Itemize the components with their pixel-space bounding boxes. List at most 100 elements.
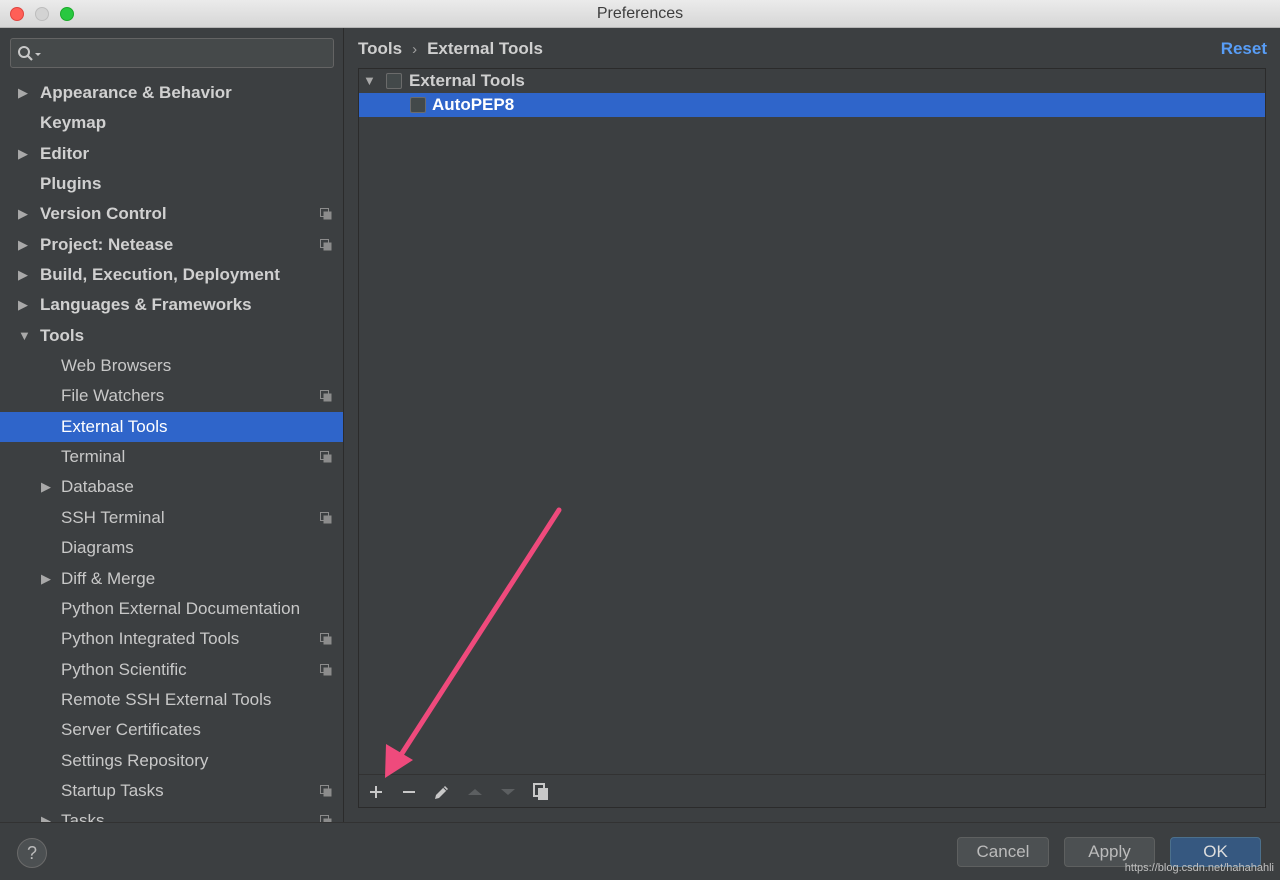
- sidebar-item-tools[interactable]: ▼ Tools: [0, 321, 343, 351]
- external-tools-panel: ▼ External Tools AutoPEP8: [358, 68, 1266, 808]
- sidebar-item-label: Settings Repository: [61, 750, 209, 770]
- tools-toolbar: [359, 774, 1265, 807]
- sidebar-item-label: SSH Terminal: [61, 507, 165, 527]
- sidebar-item-label: Version Control: [40, 204, 167, 224]
- sidebar-item-file-watchers[interactable]: File Watchers: [0, 381, 343, 411]
- sidebar-item-label: External Tools: [61, 416, 168, 436]
- sidebar-item-label: Python External Documentation: [61, 598, 301, 618]
- project-level-icon: [320, 238, 332, 251]
- sidebar-item-remote-ssh-external-tools[interactable]: Remote SSH External Tools: [0, 685, 343, 715]
- group-checkbox[interactable]: [386, 73, 402, 89]
- copy-icon[interactable]: [530, 781, 552, 803]
- settings-tree: ▶ Appearance & Behavior Keymap ▶ Editor Plugi…: [0, 78, 343, 822]
- expand-arrow-icon[interactable]: ▶: [18, 199, 28, 229]
- sidebar-item-label: Web Browsers: [61, 356, 172, 376]
- sidebar-item-label: Plugins: [40, 174, 102, 194]
- help-button[interactable]: ?: [17, 838, 47, 868]
- tool-label: AutoPEP8: [432, 95, 515, 114]
- sidebar-item-label: Remote SSH External Tools: [61, 689, 272, 709]
- sidebar-item-plugins[interactable]: Plugins: [0, 169, 343, 199]
- sidebar-item-label: Tools: [40, 325, 85, 345]
- search-icon: [18, 46, 41, 61]
- breadcrumb: Tools › External Tools: [358, 39, 543, 59]
- search-input[interactable]: [10, 38, 334, 68]
- external-tools-tree: ▼ External Tools AutoPEP8: [359, 69, 1265, 774]
- tool-checkbox[interactable]: [410, 97, 426, 113]
- tool-group-label: External Tools: [409, 71, 525, 90]
- watermark: https://blog.csdn.net/hahahahli: [1124, 862, 1274, 874]
- sidebar-item-database[interactable]: ▶ Database: [0, 472, 343, 502]
- expand-arrow-icon[interactable]: ▶: [41, 564, 51, 594]
- sidebar-item-version-control[interactable]: ▶ Version Control: [0, 199, 343, 229]
- sidebar-item-label: Terminal: [61, 447, 126, 467]
- sidebar-item-diagrams[interactable]: Diagrams: [0, 533, 343, 563]
- sidebar-item-server-certificates[interactable]: Server Certificates: [0, 715, 343, 745]
- sidebar-item-external-tools[interactable]: External Tools: [0, 411, 343, 443]
- expand-arrow-icon[interactable]: ▶: [18, 290, 28, 320]
- sidebar-item-label: Languages & Frameworks: [40, 295, 252, 315]
- sidebar-item-label: Diff & Merge: [61, 568, 156, 588]
- sidebar-item-languages-frameworks[interactable]: ▶ Languages & Frameworks: [0, 290, 343, 320]
- title-bar: Preferences: [0, 0, 1280, 28]
- expand-arrow-icon[interactable]: ▶: [41, 472, 51, 502]
- expand-arrow-icon[interactable]: ▶: [18, 78, 28, 108]
- sidebar-item-python-external-documentation[interactable]: Python External Documentation: [0, 594, 343, 624]
- sidebar-item-tasks[interactable]: ▶ Tasks: [0, 806, 343, 822]
- sidebar-item-ssh-terminal[interactable]: SSH Terminal: [0, 503, 343, 533]
- sidebar-item-label: Tasks: [61, 811, 105, 822]
- project-level-icon: [320, 815, 332, 822]
- sidebar-item-label: Editor: [40, 143, 90, 163]
- sidebar-item-label: Python Scientific: [61, 659, 187, 679]
- dialog-footer: ? Cancel Apply OK https://blog.csdn.net/…: [0, 822, 1280, 880]
- sidebar-item-label: Server Certificates: [61, 720, 201, 740]
- settings-sidebar: ▶ Appearance & Behavior Keymap ▶ Editor Plugi…: [0, 28, 344, 822]
- arrow-down-icon[interactable]: [497, 781, 519, 803]
- expand-arrow-icon[interactable]: ▶: [18, 230, 28, 260]
- cancel-button[interactable]: Cancel: [957, 837, 1049, 867]
- sidebar-item-appearance-behavior[interactable]: ▶ Appearance & Behavior: [0, 78, 343, 108]
- project-level-icon: [320, 208, 332, 220]
- sidebar-item-label: Diagrams: [61, 538, 134, 558]
- sidebar-item-settings-repository[interactable]: Settings Repository: [0, 746, 343, 776]
- project-level-icon: [320, 784, 332, 797]
- project-level-icon: [320, 663, 332, 676]
- minus-icon[interactable]: [398, 781, 420, 803]
- breadcrumb-current: External Tools: [427, 39, 543, 58]
- sidebar-item-keymap[interactable]: Keymap: [0, 108, 343, 138]
- settings-content: Tools › External Tools Reset ▼ External To…: [344, 28, 1280, 822]
- expand-arrow-icon[interactable]: ▶: [18, 260, 28, 290]
- sidebar-item-build-execution-deployment[interactable]: ▶ Build, Execution, Deployment: [0, 260, 343, 290]
- arrow-up-icon[interactable]: [464, 781, 486, 803]
- reset-link[interactable]: Reset: [1221, 39, 1267, 59]
- sidebar-item-python-scientific[interactable]: Python Scientific: [0, 655, 343, 685]
- breadcrumb-separator: ›: [412, 41, 418, 58]
- sidebar-item-label: Build, Execution, Deployment: [40, 265, 280, 285]
- sidebar-item-web-browsers[interactable]: Web Browsers: [0, 351, 343, 381]
- sidebar-item-label: Keymap: [40, 113, 107, 133]
- collapse-arrow-icon[interactable]: ▼: [18, 321, 31, 351]
- sidebar-item-terminal[interactable]: Terminal: [0, 442, 343, 472]
- sidebar-item-label: File Watchers: [61, 386, 165, 406]
- sidebar-item-diff-merge[interactable]: ▶ Diff & Merge: [0, 564, 343, 594]
- sidebar-item-editor[interactable]: ▶ Editor: [0, 139, 343, 169]
- sidebar-item-label: Startup Tasks: [61, 780, 164, 800]
- tool-group-row[interactable]: ▼ External Tools: [359, 69, 1265, 93]
- sidebar-item-label: Appearance & Behavior: [40, 83, 232, 102]
- plus-icon[interactable]: [365, 781, 387, 803]
- sidebar-item-startup-tasks[interactable]: Startup Tasks: [0, 776, 343, 806]
- sidebar-item-label: Python Integrated Tools: [61, 629, 240, 649]
- project-level-icon: [320, 390, 332, 402]
- window-title: Preferences: [596, 5, 684, 22]
- expand-arrow-icon[interactable]: ▶: [41, 806, 51, 822]
- sidebar-item-label: Project: Netease: [40, 234, 174, 254]
- breadcrumb-parent[interactable]: Tools: [358, 39, 402, 58]
- project-level-icon: [320, 633, 332, 645]
- pencil-icon[interactable]: [431, 781, 453, 803]
- project-level-icon: [320, 451, 332, 463]
- expand-arrow-icon[interactable]: ▶: [18, 139, 28, 169]
- sidebar-item-label: Database: [61, 477, 134, 497]
- expand-arrow-icon[interactable]: ▼: [363, 69, 376, 93]
- sidebar-item-project-netease[interactable]: ▶ Project: Netease: [0, 230, 343, 260]
- tool-row[interactable]: AutoPEP8: [359, 93, 1265, 117]
- sidebar-item-python-integrated-tools[interactable]: Python Integrated Tools: [0, 624, 343, 654]
